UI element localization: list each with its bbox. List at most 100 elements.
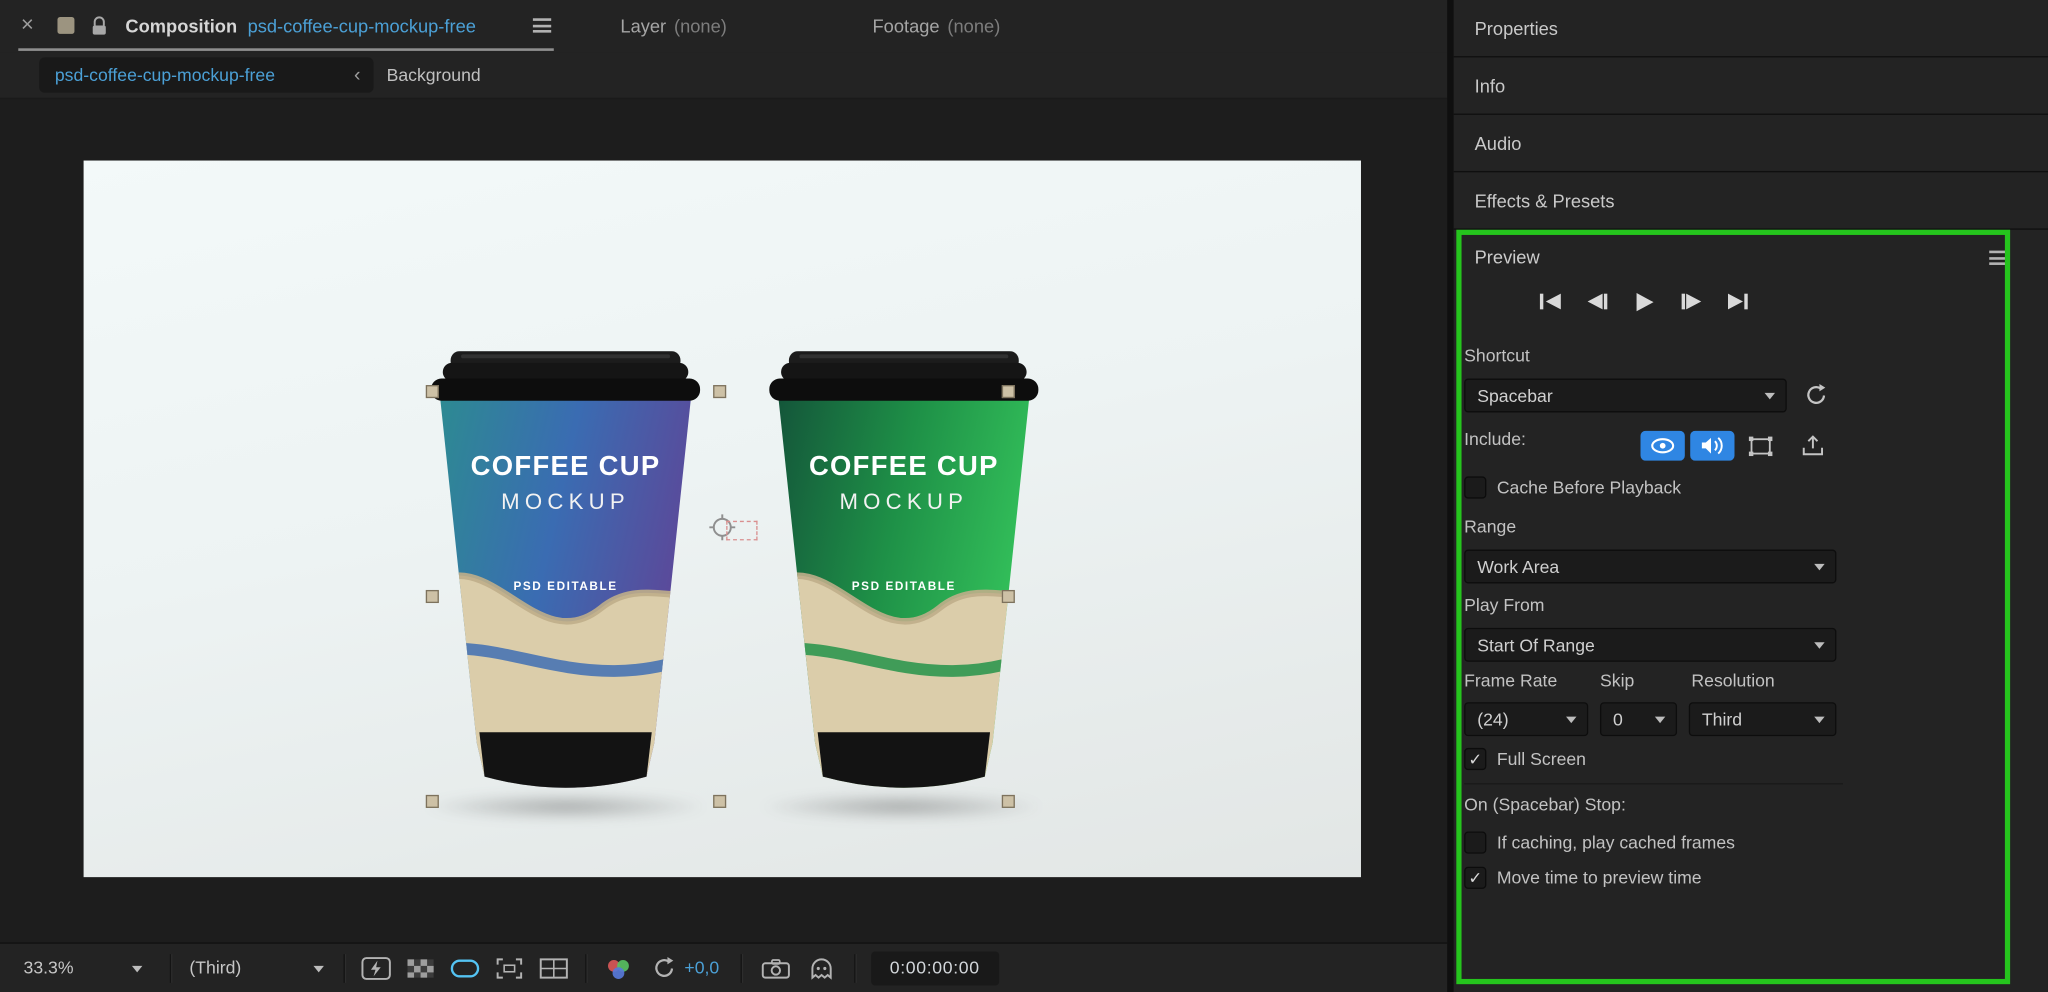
selection-handle[interactable]: [713, 794, 727, 808]
breadcrumb-comp-chip[interactable]: psd-coffee-cup-mockup-free ‹: [39, 57, 374, 93]
magnification-value: 33.3%: [23, 958, 74, 978]
skip-value: 0: [1613, 709, 1623, 729]
if-caching-checkbox[interactable]: [1464, 830, 1487, 853]
divider: [585, 953, 587, 983]
play-button[interactable]: [1629, 290, 1660, 313]
after-effects-workspace: × Composition psd-coffee-cup-mockup-free…: [0, 0, 2048, 992]
coffee-cup-right[interactable]: COFFEE CUP MOCKUP PSD EDITABLE: [750, 351, 1058, 813]
breadcrumb: psd-coffee-cup-mockup-free ‹ Background: [0, 52, 1448, 98]
grid-guides-icon[interactable]: [538, 956, 569, 979]
layer-tab-label: Layer: [620, 15, 667, 37]
cup-badge: PSD EDITABLE: [852, 580, 956, 593]
range-dropdown[interactable]: Work Area: [1464, 549, 1837, 584]
mask-visibility-icon[interactable]: [449, 956, 480, 979]
skip-label: Skip: [1599, 670, 1635, 691]
move-time-row: ✓ Move time to preview time: [1464, 865, 1702, 889]
previous-frame-button[interactable]: [1583, 290, 1614, 313]
show-snapshot-icon[interactable]: [807, 956, 836, 980]
reset-exposure-icon[interactable]: [652, 955, 677, 980]
snapshot-camera-icon[interactable]: [760, 956, 791, 979]
preview-panel-title: Preview: [1474, 246, 1540, 268]
include-video-eye-icon[interactable]: [1640, 430, 1685, 461]
magnification-dropdown[interactable]: 33.3%: [24, 952, 149, 983]
channel-color-icon[interactable]: [602, 955, 633, 981]
full-screen-label: Full Screen: [1496, 748, 1586, 769]
include-label: Include:: [1464, 429, 1526, 450]
cache-before-playback-checkbox[interactable]: [1464, 475, 1487, 498]
next-frame-button[interactable]: [1674, 290, 1705, 313]
selection-handle[interactable]: [425, 385, 439, 399]
composition-viewer[interactable]: COFFEE CUP MOCKUP PSD EDITABLE COFFEE CU…: [0, 97, 1448, 943]
panel-tab-properties[interactable]: Properties: [1453, 0, 2048, 58]
play-from-value: Start Of Range: [1477, 635, 1595, 655]
coffee-cup-left[interactable]: COFFEE CUP MOCKUP PSD EDITABLE: [411, 351, 719, 813]
preview-panel: Preview Shortcut Spacebar Include: Cache…: [1454, 230, 2048, 992]
shortcut-value: Spacebar: [1477, 385, 1553, 406]
layer-tab-value: (none): [673, 15, 727, 37]
full-screen-row: ✓ Full Screen: [1464, 747, 1586, 770]
reset-shortcut-icon[interactable]: [1804, 382, 1829, 407]
active-tab-underline: [18, 48, 554, 51]
lock-icon[interactable]: [91, 16, 107, 37]
tab-composition[interactable]: Composition psd-coffee-cup-mockup-free: [125, 0, 476, 52]
divider: [1464, 783, 1843, 785]
shortcut-dropdown[interactable]: Spacebar: [1464, 378, 1787, 413]
chevron-down-icon: [1654, 716, 1666, 724]
checkmark: ✓: [1468, 868, 1483, 887]
tab-layer[interactable]: Layer (none): [620, 0, 726, 52]
cup-title: COFFEE CUP: [471, 450, 661, 481]
selection-handle[interactable]: [1001, 794, 1015, 808]
panel-tab-info[interactable]: Info: [1453, 57, 2048, 115]
include-audio-speaker-icon[interactable]: [1690, 430, 1735, 461]
close-icon[interactable]: ×: [21, 0, 34, 52]
cup-badge: PSD EDITABLE: [513, 580, 617, 593]
footage-tab-label: Footage: [872, 15, 940, 37]
panel-tab-effects-presets[interactable]: Effects & Presets: [1453, 172, 2048, 230]
shortcut-label: Shortcut: [1464, 345, 1530, 366]
breadcrumb-comp-name: psd-coffee-cup-mockup-free: [54, 65, 276, 85]
range-label: Range: [1464, 516, 1517, 537]
chevron-down-icon: [1814, 716, 1825, 724]
chevron-down-icon: [313, 965, 324, 972]
include-overlays-icon[interactable]: [1746, 435, 1775, 458]
tab-footage[interactable]: Footage (none): [872, 0, 1000, 52]
selection-handle[interactable]: [1001, 385, 1015, 399]
first-frame-button[interactable]: [1537, 290, 1568, 313]
divider: [343, 953, 345, 983]
composition-panel-menu-icon[interactable]: [532, 18, 552, 33]
chevron-down-icon: [131, 965, 143, 972]
last-frame-button[interactable]: [1720, 290, 1751, 313]
chevron-down-icon: [1566, 716, 1577, 724]
play-from-label: Play From: [1464, 595, 1545, 615]
selection-handle[interactable]: [1001, 589, 1015, 604]
exposure-offset-value[interactable]: +0,0: [684, 958, 719, 978]
resolution-dropdown[interactable]: (Third): [189, 952, 330, 983]
timecode-field[interactable]: 0:00:00:00: [870, 950, 999, 985]
export-icon[interactable]: [1800, 433, 1826, 458]
skip-dropdown[interactable]: 0: [1599, 702, 1678, 737]
composition-panel: × Composition psd-coffee-cup-mockup-free…: [0, 0, 1448, 992]
fast-previews-icon[interactable]: [360, 955, 391, 981]
checkmark: ✓: [1468, 749, 1483, 769]
panel-tab-audio[interactable]: Audio: [1453, 115, 2048, 173]
divider: [853, 953, 856, 983]
cache-before-playback-label: Cache Before Playback: [1496, 477, 1682, 497]
play-from-dropdown[interactable]: Start Of Range: [1464, 627, 1837, 662]
selection-handle[interactable]: [425, 794, 439, 808]
on-stop-label: On (Spacebar) Stop:: [1464, 794, 1626, 815]
preview-panel-menu-icon[interactable]: [1989, 250, 2008, 265]
transparency-grid-icon[interactable]: [406, 957, 435, 978]
move-time-checkbox[interactable]: ✓: [1464, 866, 1487, 889]
timecode-value: 0:00:00:00: [889, 958, 980, 978]
resolution-label: Resolution: [1691, 670, 1775, 691]
preview-resolution-dropdown[interactable]: Third: [1688, 702, 1837, 737]
full-screen-checkbox[interactable]: ✓: [1464, 747, 1487, 770]
frame-rate-dropdown[interactable]: (24): [1464, 702, 1589, 737]
selection-handle[interactable]: [713, 385, 727, 399]
viewer-toolbar: 33.3% (Third) +0,0 0:00:00:00: [0, 942, 1448, 992]
footage-tab-value: (none): [947, 15, 1001, 37]
transport-controls: [1537, 290, 1751, 313]
region-of-interest-icon[interactable]: [495, 956, 524, 979]
composition-canvas[interactable]: COFFEE CUP MOCKUP PSD EDITABLE COFFEE CU…: [83, 160, 1361, 878]
selection-handle[interactable]: [425, 589, 439, 604]
